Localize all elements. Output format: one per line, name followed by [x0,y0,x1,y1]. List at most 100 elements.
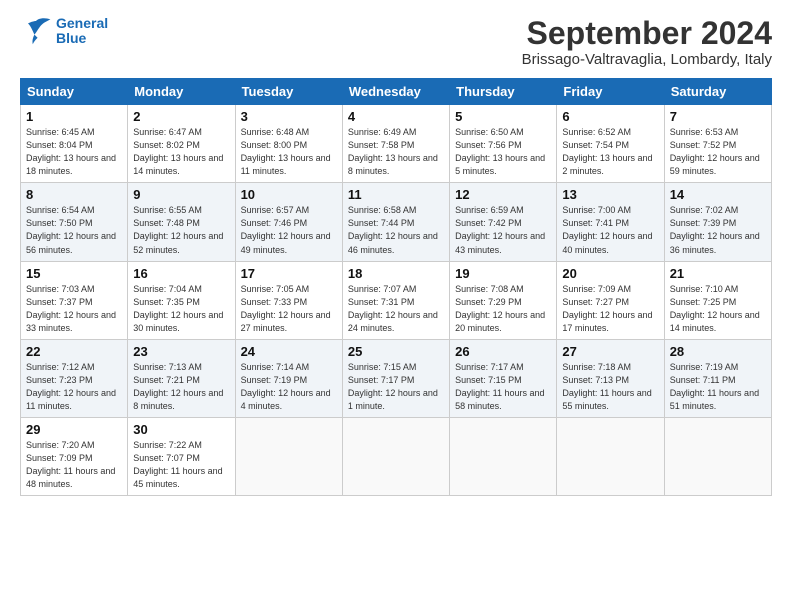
calendar-cell: 30 Sunrise: 7:22 AM Sunset: 7:07 PM Dayl… [128,417,235,495]
day-number: 26 [455,344,551,359]
day-number: 8 [26,187,122,202]
header-sunday: Sunday [21,79,128,105]
day-info: Sunrise: 6:55 AM Sunset: 7:48 PM Dayligh… [133,204,229,256]
day-info: Sunrise: 7:05 AM Sunset: 7:33 PM Dayligh… [241,283,337,335]
day-number: 7 [670,109,766,124]
day-info: Sunrise: 6:47 AM Sunset: 8:02 PM Dayligh… [133,126,229,178]
calendar-cell: 7 Sunrise: 6:53 AM Sunset: 7:52 PM Dayli… [664,105,771,183]
header-friday: Friday [557,79,664,105]
header-thursday: Thursday [450,79,557,105]
calendar-cell: 28 Sunrise: 7:19 AM Sunset: 7:11 PM Dayl… [664,339,771,417]
day-number: 10 [241,187,337,202]
day-number: 17 [241,266,337,281]
day-number: 1 [26,109,122,124]
day-number: 16 [133,266,229,281]
day-info: Sunrise: 7:18 AM Sunset: 7:13 PM Dayligh… [562,361,658,413]
calendar-cell: 14 Sunrise: 7:02 AM Sunset: 7:39 PM Dayl… [664,183,771,261]
day-info: Sunrise: 7:10 AM Sunset: 7:25 PM Dayligh… [670,283,766,335]
day-number: 9 [133,187,229,202]
day-number: 15 [26,266,122,281]
calendar-cell: 9 Sunrise: 6:55 AM Sunset: 7:48 PM Dayli… [128,183,235,261]
header-saturday: Saturday [664,79,771,105]
calendar-cell: 26 Sunrise: 7:17 AM Sunset: 7:15 PM Dayl… [450,339,557,417]
calendar-cell: 2 Sunrise: 6:47 AM Sunset: 8:02 PM Dayli… [128,105,235,183]
day-info: Sunrise: 7:02 AM Sunset: 7:39 PM Dayligh… [670,204,766,256]
header: General Blue September 2024 Brissago-Val… [20,16,772,68]
calendar-table: Sunday Monday Tuesday Wednesday Thursday… [20,78,772,496]
calendar-cell: 3 Sunrise: 6:48 AM Sunset: 8:00 PM Dayli… [235,105,342,183]
calendar-cell: 20 Sunrise: 7:09 AM Sunset: 7:27 PM Dayl… [557,261,664,339]
day-info: Sunrise: 7:00 AM Sunset: 7:41 PM Dayligh… [562,204,658,256]
day-number: 12 [455,187,551,202]
day-number: 21 [670,266,766,281]
calendar-header-row: Sunday Monday Tuesday Wednesday Thursday… [21,79,772,105]
calendar-cell: 6 Sunrise: 6:52 AM Sunset: 7:54 PM Dayli… [557,105,664,183]
day-number: 22 [26,344,122,359]
month-title: September 2024 [522,16,772,51]
calendar-cell [557,417,664,495]
day-info: Sunrise: 7:08 AM Sunset: 7:29 PM Dayligh… [455,283,551,335]
day-info: Sunrise: 7:19 AM Sunset: 7:11 PM Dayligh… [670,361,766,413]
day-number: 14 [670,187,766,202]
calendar-row: 1 Sunrise: 6:45 AM Sunset: 8:04 PM Dayli… [21,105,772,183]
day-info: Sunrise: 6:58 AM Sunset: 7:44 PM Dayligh… [348,204,444,256]
day-info: Sunrise: 6:48 AM Sunset: 8:00 PM Dayligh… [241,126,337,178]
day-info: Sunrise: 7:07 AM Sunset: 7:31 PM Dayligh… [348,283,444,335]
day-info: Sunrise: 6:59 AM Sunset: 7:42 PM Dayligh… [455,204,551,256]
header-monday: Monday [128,79,235,105]
logo-icon [20,17,52,45]
day-info: Sunrise: 7:15 AM Sunset: 7:17 PM Dayligh… [348,361,444,413]
calendar-cell: 23 Sunrise: 7:13 AM Sunset: 7:21 PM Dayl… [128,339,235,417]
day-number: 28 [670,344,766,359]
day-number: 24 [241,344,337,359]
day-info: Sunrise: 6:57 AM Sunset: 7:46 PM Dayligh… [241,204,337,256]
calendar-row: 8 Sunrise: 6:54 AM Sunset: 7:50 PM Dayli… [21,183,772,261]
day-number: 30 [133,422,229,437]
day-number: 6 [562,109,658,124]
day-info: Sunrise: 7:17 AM Sunset: 7:15 PM Dayligh… [455,361,551,413]
calendar-cell: 25 Sunrise: 7:15 AM Sunset: 7:17 PM Dayl… [342,339,449,417]
day-number: 2 [133,109,229,124]
day-number: 4 [348,109,444,124]
calendar-cell [450,417,557,495]
calendar-cell: 4 Sunrise: 6:49 AM Sunset: 7:58 PM Dayli… [342,105,449,183]
day-info: Sunrise: 7:04 AM Sunset: 7:35 PM Dayligh… [133,283,229,335]
calendar-cell: 16 Sunrise: 7:04 AM Sunset: 7:35 PM Dayl… [128,261,235,339]
header-tuesday: Tuesday [235,79,342,105]
day-info: Sunrise: 6:50 AM Sunset: 7:56 PM Dayligh… [455,126,551,178]
calendar-row: 15 Sunrise: 7:03 AM Sunset: 7:37 PM Dayl… [21,261,772,339]
title-section: September 2024 Brissago-Valtravaglia, Lo… [522,16,772,68]
location-title: Brissago-Valtravaglia, Lombardy, Italy [522,51,772,68]
calendar-cell: 17 Sunrise: 7:05 AM Sunset: 7:33 PM Dayl… [235,261,342,339]
calendar-cell [235,417,342,495]
day-info: Sunrise: 7:14 AM Sunset: 7:19 PM Dayligh… [241,361,337,413]
calendar-cell: 15 Sunrise: 7:03 AM Sunset: 7:37 PM Dayl… [21,261,128,339]
calendar-cell: 13 Sunrise: 7:00 AM Sunset: 7:41 PM Dayl… [557,183,664,261]
calendar-cell: 12 Sunrise: 6:59 AM Sunset: 7:42 PM Dayl… [450,183,557,261]
day-info: Sunrise: 6:49 AM Sunset: 7:58 PM Dayligh… [348,126,444,178]
calendar-row: 29 Sunrise: 7:20 AM Sunset: 7:09 PM Dayl… [21,417,772,495]
day-info: Sunrise: 7:13 AM Sunset: 7:21 PM Dayligh… [133,361,229,413]
day-info: Sunrise: 6:53 AM Sunset: 7:52 PM Dayligh… [670,126,766,178]
calendar-cell: 18 Sunrise: 7:07 AM Sunset: 7:31 PM Dayl… [342,261,449,339]
day-number: 5 [455,109,551,124]
calendar-cell: 29 Sunrise: 7:20 AM Sunset: 7:09 PM Dayl… [21,417,128,495]
day-number: 18 [348,266,444,281]
day-info: Sunrise: 7:20 AM Sunset: 7:09 PM Dayligh… [26,439,122,491]
day-number: 25 [348,344,444,359]
calendar-cell: 10 Sunrise: 6:57 AM Sunset: 7:46 PM Dayl… [235,183,342,261]
calendar-cell: 21 Sunrise: 7:10 AM Sunset: 7:25 PM Dayl… [664,261,771,339]
day-number: 20 [562,266,658,281]
calendar-row: 22 Sunrise: 7:12 AM Sunset: 7:23 PM Dayl… [21,339,772,417]
header-wednesday: Wednesday [342,79,449,105]
day-number: 23 [133,344,229,359]
logo: General Blue [20,16,108,47]
day-info: Sunrise: 7:09 AM Sunset: 7:27 PM Dayligh… [562,283,658,335]
calendar-cell: 1 Sunrise: 6:45 AM Sunset: 8:04 PM Dayli… [21,105,128,183]
day-number: 3 [241,109,337,124]
day-number: 19 [455,266,551,281]
day-number: 27 [562,344,658,359]
day-info: Sunrise: 6:54 AM Sunset: 7:50 PM Dayligh… [26,204,122,256]
calendar-cell [342,417,449,495]
calendar-cell: 5 Sunrise: 6:50 AM Sunset: 7:56 PM Dayli… [450,105,557,183]
